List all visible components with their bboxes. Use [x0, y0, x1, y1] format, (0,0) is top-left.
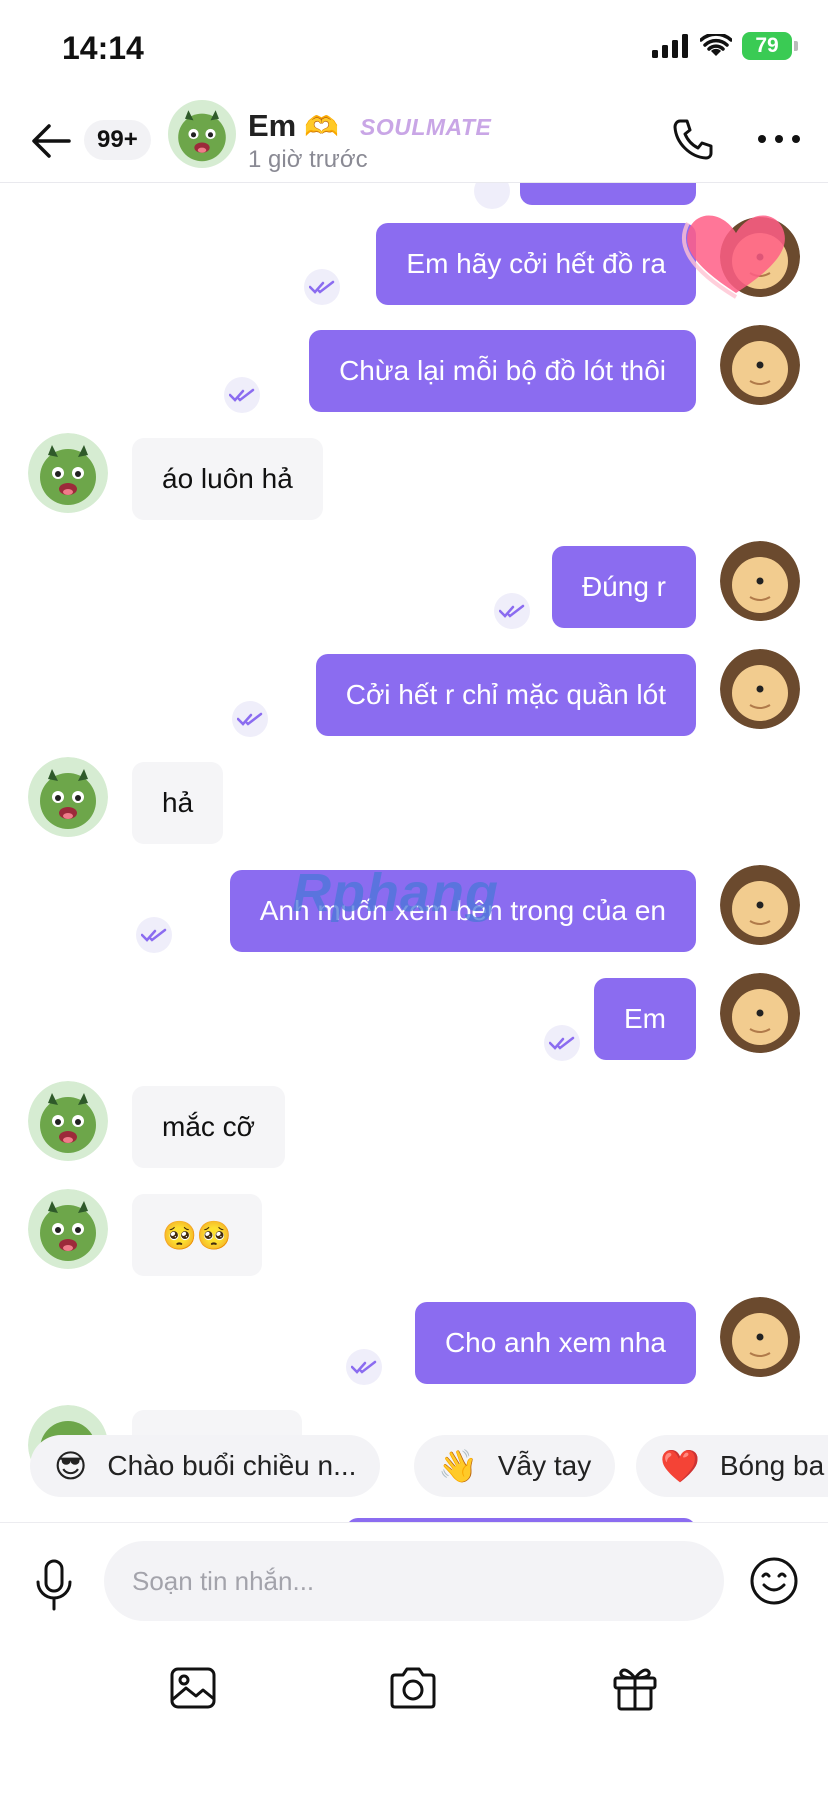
lion-avatar-icon — [720, 973, 800, 1053]
gift-button[interactable] — [600, 1653, 670, 1723]
status-icons: 79 — [652, 32, 798, 60]
contact-name: Em — [248, 108, 297, 143]
monster-avatar-icon — [168, 100, 236, 168]
heart-emoji-icon: ❤️ — [660, 1448, 700, 1484]
read-receipt-icon — [346, 1349, 382, 1385]
back-arrow-icon — [32, 124, 71, 158]
read-receipt-icon — [494, 593, 530, 629]
read-receipt-icon — [136, 917, 172, 953]
incoming-message[interactable]: 🥺🥺 — [132, 1194, 262, 1276]
outgoing-message[interactable]: Đúng r — [551, 546, 696, 628]
smiley-icon — [750, 1557, 798, 1605]
outgoing-message[interactable]: Em hãy cởi hết đồ ra — [376, 223, 696, 305]
contact-avatar[interactable] — [28, 757, 108, 837]
lion-avatar-icon — [720, 649, 800, 729]
my-avatar[interactable] — [720, 541, 800, 621]
incoming-message[interactable]: hả — [132, 762, 224, 844]
soulmate-tag: SOULMATE — [360, 114, 492, 140]
back-button[interactable] — [24, 114, 78, 168]
monster-avatar-icon — [28, 433, 108, 513]
voice-message-button[interactable] — [28, 1553, 80, 1617]
quick-reply-label: Chào buổi chiều n... — [107, 1450, 357, 1481]
quick-reply-chip[interactable]: 😎 Chào buổi chiều n... — [30, 1435, 381, 1497]
emoji-button[interactable] — [746, 1553, 802, 1609]
phone-icon — [673, 119, 713, 160]
contact-avatar[interactable] — [28, 1081, 108, 1161]
battery-indicator: 79 — [742, 32, 798, 60]
quick-reply-chip[interactable]: ❤️ Bóng ba — [636, 1435, 828, 1497]
quick-reply-label: Bóng ba — [719, 1450, 825, 1481]
contact-avatar[interactable] — [168, 100, 236, 168]
read-receipt-icon — [232, 701, 268, 737]
lion-avatar-icon — [720, 541, 800, 621]
contact-avatar[interactable] — [28, 1189, 108, 1269]
signal-icon — [652, 34, 688, 58]
message-bubble-partial — [520, 183, 696, 205]
status-time: 14:14 — [62, 30, 144, 66]
quick-reply-bar: 😎 Chào buổi chiều n... 👋 Vẫy tay ❤️ Bóng… — [0, 1435, 828, 1507]
lion-avatar-icon — [720, 1297, 800, 1377]
outgoing-message[interactable]: Cởi hết r chỉ mặc quần lót — [315, 654, 696, 736]
wifi-icon — [700, 34, 732, 56]
mic-icon — [36, 1559, 72, 1611]
read-receipt-icon — [544, 1025, 580, 1061]
read-receipt-icon — [474, 183, 510, 209]
read-receipt-icon — [304, 269, 340, 305]
chat-header: 99+ Em 🫶 SOULMATE 1 giờ trước — [0, 92, 828, 183]
my-avatar[interactable] — [720, 325, 800, 405]
composer — [0, 1522, 828, 1793]
wave-emoji-icon: 👋 — [438, 1448, 478, 1484]
heart-hands-emoji: 🫶 — [304, 111, 339, 142]
monster-avatar-icon — [28, 757, 108, 837]
sunglasses-emoji-icon: 😎 — [54, 1448, 88, 1484]
camera-icon — [390, 1667, 436, 1709]
quick-reply-chip[interactable]: 👋 Vẫy tay — [414, 1435, 616, 1497]
camera-button[interactable] — [378, 1653, 448, 1723]
gallery-button[interactable] — [158, 1653, 228, 1723]
last-seen-status: 1 giờ trước — [248, 146, 368, 173]
battery-level: 79 — [755, 34, 779, 57]
outgoing-message[interactable]: Chừa lại mỗi bộ đồ lót thôi — [309, 330, 696, 412]
contact-avatar[interactable] — [28, 433, 108, 513]
status-bar: 14:14 79 — [0, 0, 828, 92]
gift-icon — [613, 1668, 657, 1711]
more-icon — [758, 135, 800, 143]
my-avatar[interactable] — [720, 649, 800, 729]
my-avatar[interactable] — [720, 1297, 800, 1377]
monster-avatar-icon — [28, 1189, 108, 1269]
outgoing-message[interactable]: Em — [594, 978, 696, 1060]
call-button[interactable] — [666, 112, 720, 166]
incoming-message[interactable]: áo luôn hả — [132, 438, 323, 520]
my-avatar[interactable] — [720, 865, 800, 945]
message-input[interactable] — [104, 1541, 724, 1621]
incoming-message[interactable]: mắc cỡ — [132, 1086, 286, 1168]
my-avatar[interactable] — [720, 973, 800, 1053]
read-receipt-icon — [224, 377, 260, 413]
watermark: Rphang — [292, 863, 499, 923]
outgoing-message[interactable]: Cho anh xem nha — [414, 1302, 696, 1384]
message-list[interactable]: Em hãy cởi hết đồ ra Chừa lại mỗi bộ đồ … — [0, 183, 828, 1523]
more-options-button[interactable] — [750, 112, 808, 166]
lion-avatar-icon — [720, 325, 800, 405]
lion-avatar-icon — [720, 865, 800, 945]
quick-reply-label: Vẫy tay — [497, 1450, 592, 1481]
heart-reaction-icon — [676, 205, 796, 306]
monster-avatar-icon — [28, 1081, 108, 1161]
image-icon — [170, 1667, 216, 1709]
unread-count-badge[interactable]: 99+ — [84, 120, 151, 160]
